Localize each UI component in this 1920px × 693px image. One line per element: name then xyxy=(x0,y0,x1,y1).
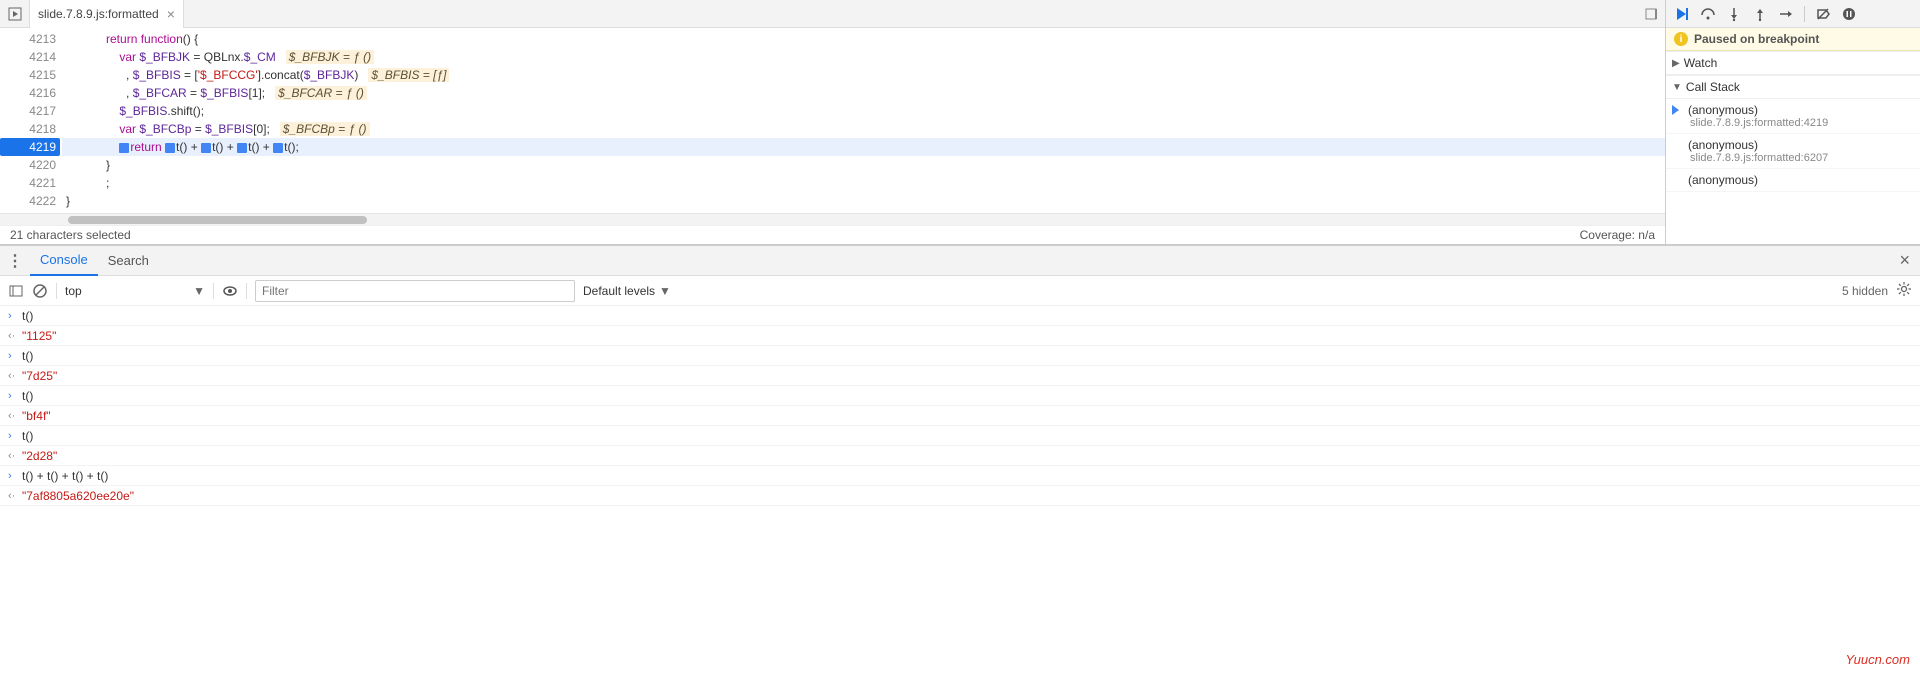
log-content: "bf4f" xyxy=(22,409,1912,423)
console-panel: ⋮ Console Search × top ▼ Default levels … xyxy=(0,245,1920,693)
console-toolbar: top ▼ Default levels ▼ 5 hidden xyxy=(0,276,1920,306)
inline-hint: $_BFBJK = ƒ () xyxy=(286,50,374,64)
input-arrow-icon: › xyxy=(8,310,22,322)
log-content: t() xyxy=(22,389,1912,403)
code-editor[interactable]: 4213 4214 4215 4216 4217 4218 4219 4220 … xyxy=(0,28,1665,213)
pause-button[interactable] xyxy=(1837,3,1861,25)
log-content: t() xyxy=(22,349,1912,363)
code-content: return function() { var $_BFBJK = QBLnx.… xyxy=(62,28,1665,213)
search-tab[interactable]: Search xyxy=(98,246,159,276)
watch-section-header[interactable]: ▶ Watch xyxy=(1666,51,1920,75)
source-tab[interactable]: slide.7.8.9.js:formatted × xyxy=(30,0,184,28)
filter-input[interactable] xyxy=(255,280,575,302)
log-content: t() + t() + t() + t() xyxy=(22,469,1912,483)
log-content: "7af8805a620ee20e" xyxy=(22,489,1912,503)
breakpoint-marker xyxy=(119,143,129,153)
stack-frame[interactable]: (anonymous) slide.7.8.9.js:formatted:620… xyxy=(1666,134,1920,169)
console-log-row[interactable]: ‹·"1125" xyxy=(0,326,1920,346)
output-arrow-icon: ‹· xyxy=(8,490,22,502)
console-log-row[interactable]: ‹·"7d25" xyxy=(0,366,1920,386)
navigator-toggle-icon[interactable] xyxy=(0,0,30,28)
debug-toolbar xyxy=(1666,0,1920,28)
inline-hint: $_BFCBp = ƒ () xyxy=(280,122,370,136)
source-tab-bar: slide.7.8.9.js:formatted × xyxy=(0,0,1665,28)
call-stack-list: (anonymous) slide.7.8.9.js:formatted:421… xyxy=(1666,99,1920,244)
output-arrow-icon: ‹· xyxy=(8,410,22,422)
source-tab-title: slide.7.8.9.js:formatted xyxy=(38,7,159,21)
console-tab[interactable]: Console xyxy=(30,246,98,276)
stack-frame[interactable]: (anonymous) slide.7.8.9.js:formatted:421… xyxy=(1666,99,1920,134)
paused-banner: i Paused on breakpoint xyxy=(1666,28,1920,51)
close-drawer-icon[interactable]: × xyxy=(1889,250,1920,271)
stack-frame[interactable]: (anonymous) xyxy=(1666,169,1920,192)
hidden-messages-count[interactable]: 5 hidden xyxy=(1842,284,1888,298)
log-levels-selector[interactable]: Default levels ▼ xyxy=(583,284,671,298)
console-log-row[interactable]: ›t() xyxy=(0,386,1920,406)
resume-button[interactable] xyxy=(1670,3,1694,25)
source-panel: slide.7.8.9.js:formatted × 4213 4214 421… xyxy=(0,0,1666,244)
input-arrow-icon: › xyxy=(8,350,22,362)
input-arrow-icon: › xyxy=(8,430,22,442)
console-log-row[interactable]: ›t() xyxy=(0,306,1920,326)
close-icon[interactable]: × xyxy=(167,6,175,22)
console-log-row[interactable]: ›t() xyxy=(0,346,1920,366)
callstack-section-header[interactable]: ▼ Call Stack xyxy=(1666,75,1920,99)
line-gutter: 4213 4214 4215 4216 4217 4218 4219 4220 … xyxy=(0,28,62,213)
execution-line: return t() + t() + t() + t(); xyxy=(62,138,1665,156)
input-arrow-icon: › xyxy=(8,390,22,402)
coverage-status: Coverage: n/a xyxy=(1580,228,1655,242)
chevron-right-icon: ▶ xyxy=(1672,58,1680,69)
console-tab-bar: ⋮ Console Search × xyxy=(0,246,1920,276)
deactivate-breakpoints-button[interactable] xyxy=(1811,3,1835,25)
debugger-panel: i Paused on breakpoint ▶ Watch ▼ Call St… xyxy=(1666,0,1920,244)
output-arrow-icon: ‹· xyxy=(8,330,22,342)
console-log-row[interactable]: ‹·"bf4f" xyxy=(0,406,1920,426)
console-log-row[interactable]: ›t() xyxy=(0,426,1920,446)
horizontal-scrollbar[interactable] xyxy=(0,213,1665,225)
log-content: "2d28" xyxy=(22,449,1912,463)
kebab-menu-icon[interactable]: ⋮ xyxy=(0,251,30,271)
clear-console-icon[interactable] xyxy=(32,283,48,299)
output-arrow-icon: ‹· xyxy=(8,370,22,382)
step-into-button[interactable] xyxy=(1722,3,1746,25)
context-selector[interactable]: top ▼ xyxy=(65,284,205,298)
console-log-row[interactable]: ‹·"7af8805a620ee20e" xyxy=(0,486,1920,506)
snap-icon[interactable] xyxy=(1637,0,1665,28)
step-over-button[interactable] xyxy=(1696,3,1720,25)
source-status-bar: 21 characters selected Coverage: n/a xyxy=(0,225,1665,244)
log-content: "7d25" xyxy=(22,369,1912,383)
current-line-marker: 4219 xyxy=(0,138,60,156)
log-content: "1125" xyxy=(22,329,1912,343)
console-output[interactable]: ›t()‹·"1125"›t()‹·"7d25"›t()‹·"bf4f"›t()… xyxy=(0,306,1920,693)
log-content: t() xyxy=(22,429,1912,443)
step-button[interactable] xyxy=(1774,3,1798,25)
inline-hint: $_BFBIS = [ƒ] xyxy=(368,68,449,82)
chevron-down-icon: ▼ xyxy=(1672,82,1682,93)
toggle-sidebar-icon[interactable] xyxy=(8,283,24,299)
step-out-button[interactable] xyxy=(1748,3,1772,25)
gear-icon[interactable] xyxy=(1896,281,1912,300)
log-content: t() xyxy=(22,309,1912,323)
info-icon: i xyxy=(1674,32,1688,46)
output-arrow-icon: ‹· xyxy=(8,450,22,462)
selection-status: 21 characters selected xyxy=(10,228,131,242)
console-log-row[interactable]: ‹·"2d28" xyxy=(0,446,1920,466)
inline-hint: $_BFCAR = ƒ () xyxy=(275,86,367,100)
live-expression-icon[interactable] xyxy=(222,283,238,299)
input-arrow-icon: › xyxy=(8,470,22,482)
console-log-row[interactable]: ›t() + t() + t() + t() xyxy=(0,466,1920,486)
